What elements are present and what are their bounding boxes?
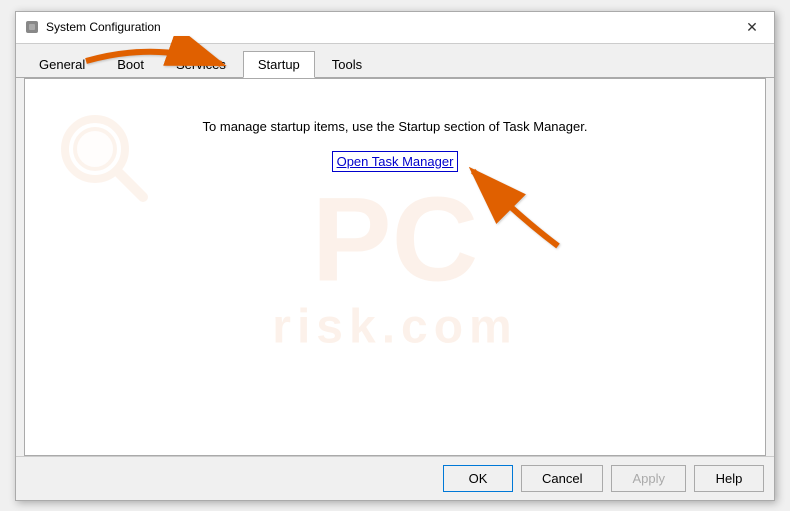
open-task-manager-link[interactable]: Open Task Manager — [332, 151, 459, 172]
bottom-bar: OK Cancel Apply Help — [16, 456, 774, 500]
tab-services[interactable]: Services — [161, 51, 241, 78]
content-area: PC risk.com To manage startup items, use… — [24, 78, 766, 456]
tab-general[interactable]: General — [24, 51, 100, 78]
app-icon — [24, 19, 40, 35]
system-configuration-window: System Configuration ✕ General Boot Serv… — [15, 11, 775, 501]
close-button[interactable]: ✕ — [738, 15, 766, 39]
tab-tools[interactable]: Tools — [317, 51, 377, 78]
window-title: System Configuration — [46, 20, 738, 34]
help-button[interactable]: Help — [694, 465, 764, 492]
info-message: To manage startup items, use the Startup… — [203, 119, 588, 134]
tab-startup[interactable]: Startup — [243, 51, 315, 78]
tab-bar: General Boot Services Startup Tools — [16, 44, 774, 78]
arrow-annotation-link — [458, 156, 578, 259]
cancel-button[interactable]: Cancel — [521, 465, 603, 492]
apply-button[interactable]: Apply — [611, 465, 686, 492]
ok-button[interactable]: OK — [443, 465, 513, 492]
watermark: PC risk.com — [62, 179, 728, 354]
title-bar: System Configuration ✕ — [16, 12, 774, 44]
magnifier-watermark — [55, 109, 155, 209]
tab-boot[interactable]: Boot — [102, 51, 159, 78]
